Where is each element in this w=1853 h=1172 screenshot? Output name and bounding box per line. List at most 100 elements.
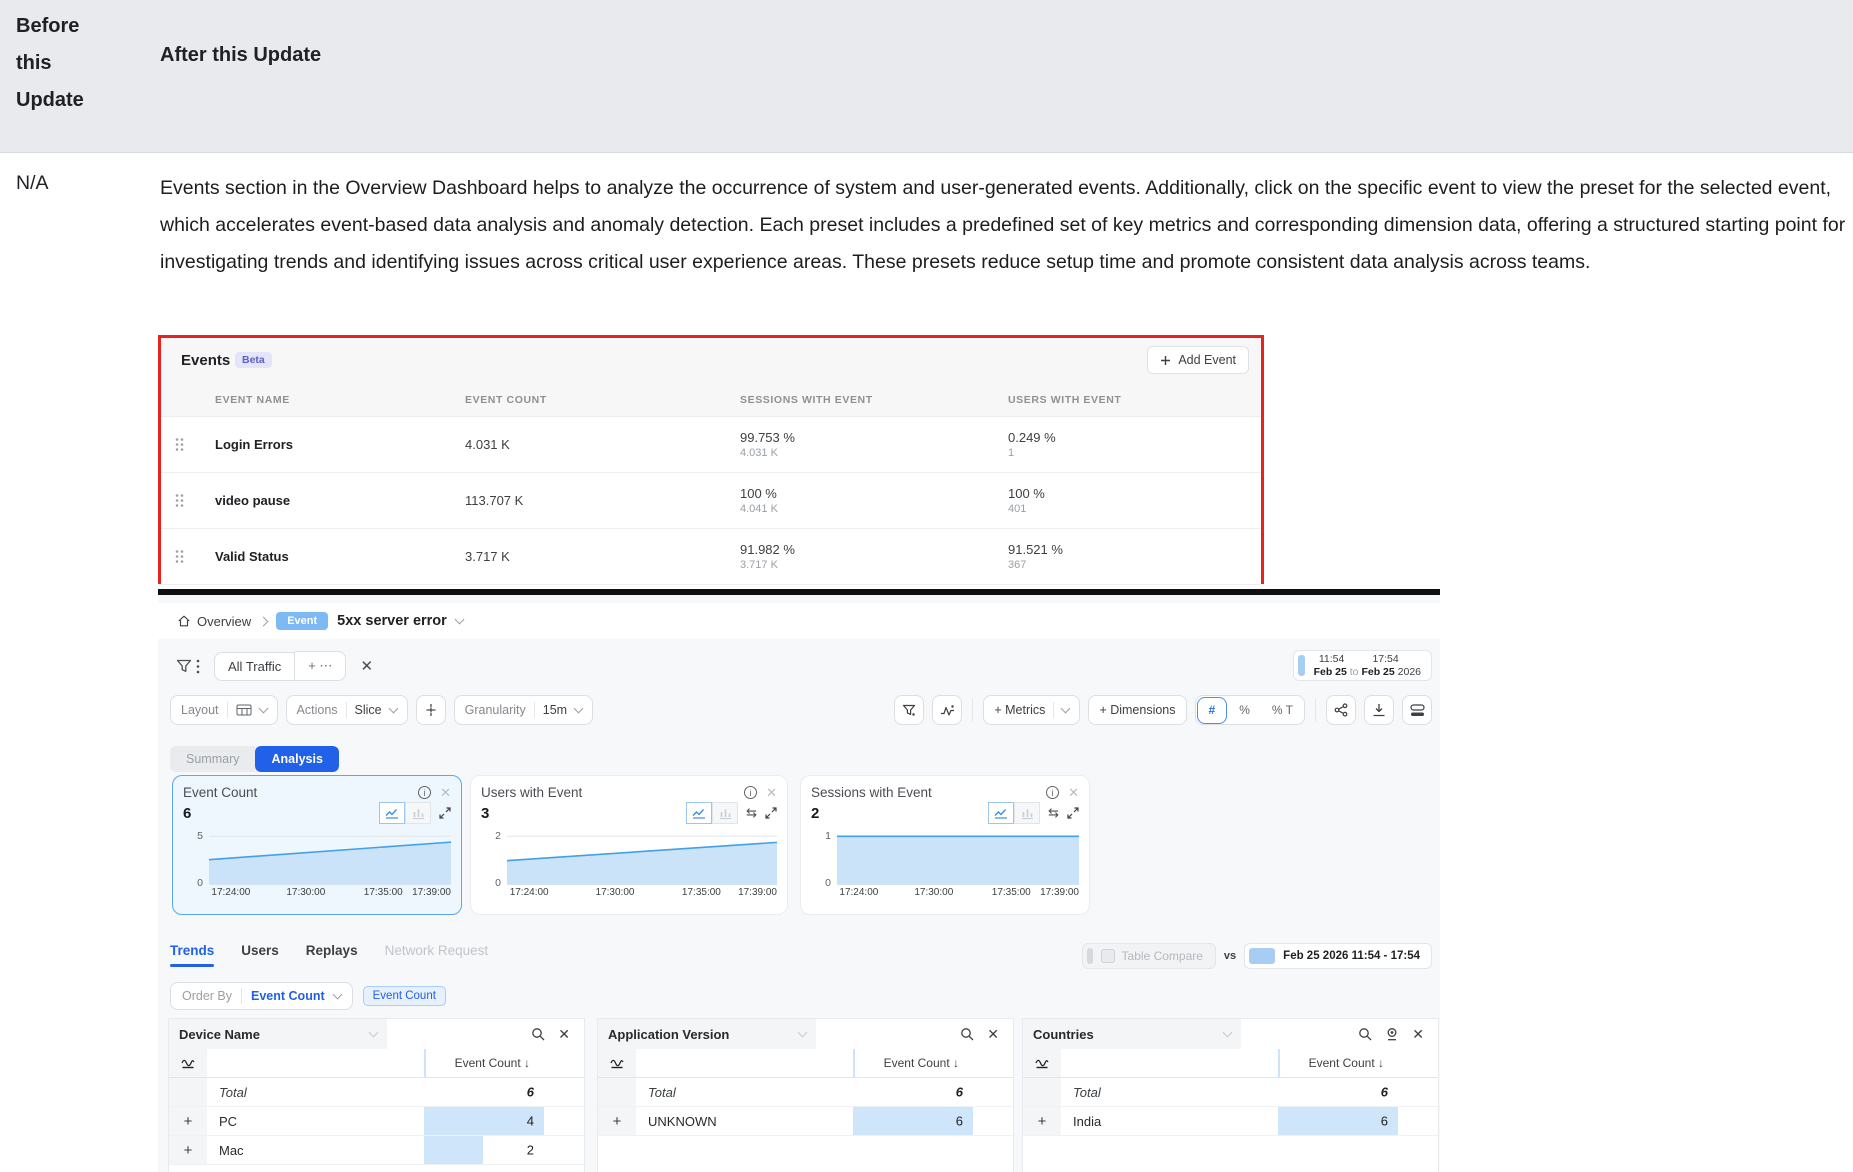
value-column-header[interactable]: Event Count ↓	[1278, 1049, 1398, 1077]
y-tick-max: 2	[495, 830, 501, 842]
close-icon[interactable]: ✕	[1068, 786, 1079, 799]
share-button[interactable]	[1326, 695, 1356, 725]
list-item[interactable]: + India 6	[1023, 1107, 1438, 1136]
event-name[interactable]: Valid Status	[215, 549, 465, 564]
event-name[interactable]: video pause	[215, 493, 465, 508]
clear-filter-icon[interactable]: ✕	[360, 659, 373, 674]
drag-handle-icon[interactable]	[175, 437, 215, 452]
share-icon	[1334, 703, 1348, 717]
map-pin-icon[interactable]	[1385, 1027, 1399, 1041]
card-value: 3	[481, 805, 489, 822]
dimension-select[interactable]: Application Version	[598, 1019, 816, 1049]
info-icon[interactable]: i	[744, 786, 757, 799]
search-icon[interactable]	[960, 1027, 974, 1041]
value-bar	[424, 1136, 483, 1164]
table-compare-toggle[interactable]: Table Compare	[1082, 943, 1216, 969]
list-item[interactable]: + PC 4	[169, 1107, 584, 1136]
anomaly-chart-button[interactable]	[932, 695, 962, 725]
event-name[interactable]: Login Errors	[215, 437, 465, 452]
x-axis-labels: 17:24:00 17:30:00 17:35:00 17:39:00	[209, 885, 451, 899]
chevron-down-icon	[798, 1028, 808, 1038]
expand-icon[interactable]	[765, 807, 777, 819]
close-icon[interactable]: ✕	[766, 786, 777, 799]
date-range-picker[interactable]: 11:54 17:54 Feb 25 to Feb 25 2026	[1293, 650, 1432, 681]
dimension-select[interactable]: Device Name	[169, 1019, 387, 1049]
metric-chip-event-count[interactable]: Event Count	[363, 986, 446, 1006]
granularity-button[interactable]: Granularity 15m	[454, 695, 593, 725]
filter-funnel-icon[interactable]	[176, 659, 192, 674]
expand-icon[interactable]	[1067, 807, 1079, 819]
format-percent[interactable]: %	[1228, 696, 1261, 724]
tab-trends[interactable]: Trends	[170, 943, 214, 967]
table-row[interactable]: Login Errors 4.031 K 99.753 %4.031 K 0.2…	[161, 417, 1261, 473]
chevron-right-icon	[259, 616, 269, 626]
expand-row-icon[interactable]: +	[1023, 1107, 1061, 1135]
close-icon[interactable]: ✕	[558, 1027, 570, 1041]
card-sessions-with-event[interactable]: Sessions with Event i ✕ 2 ⇆	[800, 775, 1090, 915]
compare-date-range[interactable]: Feb 25 2026 11:54 - 17:54	[1244, 943, 1432, 969]
trend-toggle-icon[interactable]	[1023, 1049, 1061, 1077]
tab-users[interactable]: Users	[241, 943, 279, 967]
bar-chart-toggle-icon[interactable]	[405, 802, 431, 824]
table-row[interactable]: video pause 113.707 K 100 %4.041 K 100 %…	[161, 473, 1261, 529]
table-row[interactable]: Valid Status 3.717 K 91.982 %3.717 K 91.…	[161, 529, 1261, 585]
tab-analysis[interactable]: Analysis	[255, 746, 338, 772]
expand-row-icon[interactable]: +	[598, 1107, 636, 1135]
format-percent-total[interactable]: % T	[1261, 696, 1304, 724]
expand-row-icon[interactable]: +	[169, 1107, 207, 1135]
layout-button[interactable]: Layout	[170, 695, 278, 725]
download-button[interactable]	[1364, 695, 1394, 725]
sessions-pct: 100 %	[740, 486, 1008, 502]
chevron-down-icon[interactable]	[454, 615, 464, 625]
add-event-button[interactable]: Add Event	[1147, 346, 1249, 374]
actions-slice-button[interactable]: Actions Slice	[286, 695, 408, 725]
users-pct: 100 %	[1008, 486, 1247, 502]
tab-replays[interactable]: Replays	[306, 943, 358, 967]
value-column-header[interactable]: Event Count ↓	[853, 1049, 973, 1077]
filter-metrics-button[interactable]	[894, 695, 924, 725]
compare-checkbox[interactable]	[1101, 949, 1115, 963]
column-event-count: EVENT COUNT	[465, 394, 740, 406]
value-column-header[interactable]: Event Count ↓	[424, 1049, 544, 1077]
current-event-name[interactable]: 5xx server error	[337, 613, 447, 629]
after-update-description: Events section in the Overview Dashboard…	[160, 170, 1852, 281]
expand-row-icon[interactable]: +	[169, 1136, 207, 1164]
list-item[interactable]: + Mac 2	[169, 1136, 584, 1165]
close-icon[interactable]: ✕	[987, 1027, 999, 1041]
card-users-with-event[interactable]: Users with Event i ✕ 3 ⇆	[470, 775, 788, 915]
card-view-button[interactable]	[1402, 695, 1432, 725]
format-numeric[interactable]: #	[1197, 697, 1228, 724]
add-filter-button[interactable]: + ⋯	[295, 651, 346, 681]
search-icon[interactable]	[531, 1027, 545, 1041]
bar-chart-toggle-icon[interactable]	[1014, 802, 1040, 824]
filter-more-dots-icon[interactable]	[196, 659, 200, 674]
trend-toggle-icon[interactable]	[169, 1049, 207, 1077]
expand-icon[interactable]	[439, 807, 451, 819]
line-chart-toggle-icon[interactable]	[686, 802, 712, 824]
tab-summary[interactable]: Summary	[170, 746, 255, 772]
order-by-select[interactable]: Order By Event Count	[170, 982, 353, 1010]
swap-compare-icon[interactable]: ⇆	[746, 806, 757, 821]
close-icon[interactable]: ✕	[1412, 1027, 1424, 1041]
trend-toggle-icon[interactable]	[598, 1049, 636, 1077]
drag-handle-icon[interactable]	[175, 493, 215, 508]
swap-compare-icon[interactable]: ⇆	[1048, 806, 1059, 821]
close-icon[interactable]: ✕	[440, 786, 451, 799]
list-item[interactable]: + UNKNOWN 6	[598, 1107, 1013, 1136]
line-chart-toggle-icon[interactable]	[379, 802, 405, 824]
segment-all-traffic[interactable]: All Traffic	[214, 652, 295, 681]
dimension-select[interactable]: Countries	[1023, 1019, 1241, 1049]
add-metrics-button[interactable]: + Metrics	[983, 695, 1080, 725]
info-icon[interactable]: i	[1046, 786, 1059, 799]
add-section-button[interactable]	[416, 695, 446, 725]
bar-chart-toggle-icon[interactable]	[712, 802, 738, 824]
line-chart-toggle-icon[interactable]	[988, 802, 1014, 824]
tab-network-request[interactable]: Network Request	[385, 943, 489, 967]
card-event-count[interactable]: Event Count i ✕ 6	[172, 775, 462, 915]
drag-handle-icon[interactable]	[175, 549, 215, 564]
breadcrumb-overview[interactable]: Overview	[177, 614, 251, 629]
info-icon[interactable]: i	[418, 786, 431, 799]
sessions-sub: 4.041 K	[740, 502, 1008, 516]
add-dimensions-button[interactable]: + Dimensions	[1088, 695, 1186, 725]
search-icon[interactable]	[1358, 1027, 1372, 1041]
